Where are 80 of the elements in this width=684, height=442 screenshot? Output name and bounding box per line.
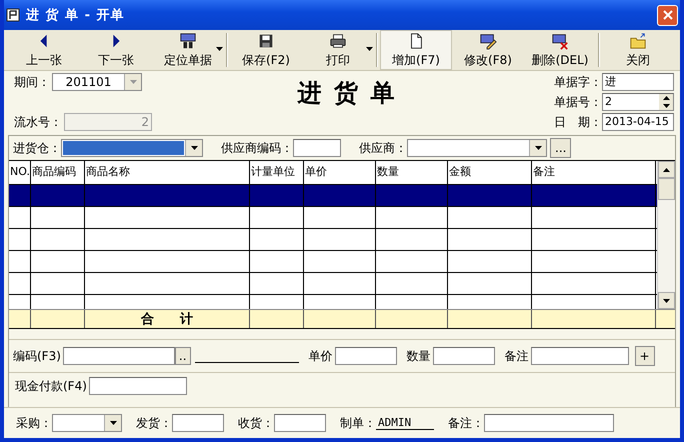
receiver-field[interactable] (274, 414, 326, 432)
toolbar-button[interactable]: 删除(DEL) (524, 30, 596, 70)
table-row[interactable] (9, 229, 657, 251)
shipper-field[interactable] (172, 414, 224, 432)
delete-icon (551, 32, 569, 50)
total-label: 合 计 (140, 311, 194, 328)
toolbar-button[interactable]: 上一张 (8, 30, 80, 70)
form-title: 进 货 单 (296, 77, 398, 109)
supplier-code-label: 供应商编码： (221, 140, 293, 156)
period-dropdown[interactable]: 201101 (52, 73, 142, 91)
column-header[interactable]: NO. (9, 161, 31, 184)
printer-icon (329, 32, 347, 50)
note-field[interactable] (530, 347, 629, 365)
serial-label: 流水号： (14, 114, 62, 130)
note-label: 备注 (504, 348, 529, 364)
receiver-label: 收货： (238, 414, 274, 432)
supplier-code-field[interactable] (293, 139, 341, 157)
price-label: 单价 (308, 348, 333, 364)
supplier-dropdown[interactable] (407, 139, 547, 157)
column-header[interactable]: 计量单位 (250, 161, 304, 184)
note-label: 备注： (448, 414, 484, 432)
column-header[interactable]: 商品名称 (85, 161, 250, 184)
supplier-label: 供应商： (359, 140, 407, 156)
close-button[interactable] (657, 4, 678, 26)
pencil-icon (479, 32, 497, 50)
price-field[interactable] (334, 347, 397, 365)
warehouse-label: 进货仓： (13, 140, 61, 156)
caret-icon (130, 80, 136, 84)
doc-number-label: 单据号： (554, 94, 602, 110)
browse-button[interactable]: .. (174, 347, 191, 365)
table-row[interactable] (9, 207, 657, 229)
caret-icon (110, 421, 116, 425)
column-header[interactable]: 备注 (532, 161, 656, 184)
scrollbar[interactable] (657, 161, 675, 309)
toolbar-button[interactable]: 下一张 (80, 30, 152, 70)
maker-label: 制单： (340, 414, 376, 432)
up-arrow-icon (663, 168, 670, 172)
quantity-label: 数量 (406, 348, 431, 364)
app-icon (6, 8, 20, 22)
date-field[interactable]: 2013-04-15 (602, 113, 674, 131)
warehouse-dropdown[interactable] (61, 139, 203, 157)
browse-button[interactable]: ... (550, 138, 572, 158)
quantity-field[interactable] (432, 347, 495, 365)
save-icon (257, 32, 275, 50)
date-label: 日 期： (554, 114, 602, 130)
code-label: 编码(F3) (13, 348, 61, 364)
period-label: 期间： (14, 74, 50, 90)
shipper-label: 发货： (136, 414, 172, 432)
toolbar-button[interactable]: 保存(F2) (230, 30, 302, 70)
doc-word-field[interactable]: 进 (602, 73, 674, 91)
column-header[interactable]: 金额 (448, 161, 532, 184)
column-header[interactable]: 单价 (304, 161, 376, 184)
window-title: 进 货 单 - 开单 (26, 7, 126, 24)
toolbar-button[interactable]: 打印 (302, 30, 374, 70)
down-arrow-icon (662, 104, 670, 108)
close-icon (662, 10, 672, 20)
up-arrow-icon (662, 96, 670, 100)
doc-word-label: 单据字： (554, 74, 602, 90)
cash-label: 现金付款(F4) (15, 378, 87, 394)
code-field[interactable] (62, 347, 175, 365)
maker-value: ADMIN (376, 416, 434, 430)
table-row[interactable] (9, 251, 657, 273)
caret-icon (534, 146, 542, 150)
down-arrow-icon (663, 298, 670, 302)
toolbar-button[interactable]: 修改(F8) (452, 30, 524, 70)
toolbar-button[interactable]: 定位单据 (152, 30, 224, 70)
purchaser-dropdown[interactable] (52, 414, 122, 432)
column-header[interactable]: 数量 (376, 161, 448, 184)
add-button[interactable]: + (634, 346, 655, 366)
purchaser-label: 采购： (16, 414, 52, 432)
column-header[interactable]: 商品编码 (31, 161, 85, 184)
cash-field[interactable] (88, 377, 187, 395)
note-field[interactable] (484, 414, 614, 432)
scroll-thumb[interactable] (658, 178, 675, 200)
toolbar-button[interactable]: 增加(F7) (380, 30, 452, 70)
doc-number-spinner[interactable]: 2 (602, 93, 674, 111)
table-row[interactable] (9, 273, 657, 295)
toolbar-button[interactable]: 关闭 (602, 30, 674, 70)
folder-icon (629, 32, 647, 50)
caret-icon (190, 146, 198, 150)
